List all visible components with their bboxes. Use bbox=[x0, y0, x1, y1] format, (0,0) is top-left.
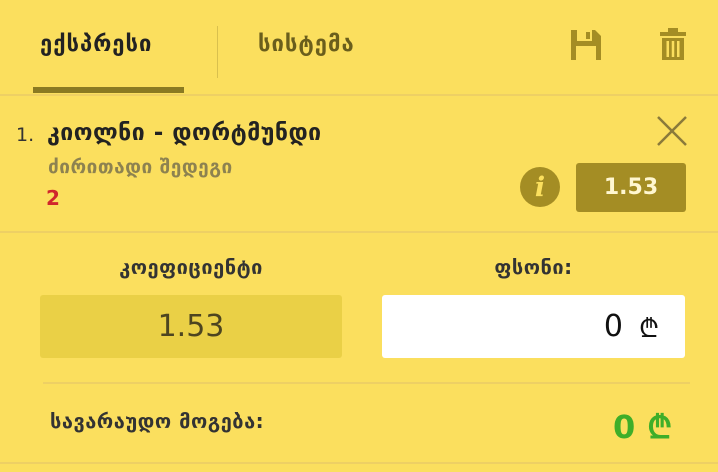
footer-divider bbox=[0, 462, 718, 464]
stake-currency-lari-icon: ₾ bbox=[638, 313, 659, 344]
bet-index: 1. bbox=[16, 124, 35, 146]
odd-badge: 1.53 bbox=[576, 163, 686, 212]
bet-slip-header: ექსპრესი სისტემა bbox=[0, 0, 718, 94]
coefficient-label: კოეფიციენტი bbox=[119, 255, 263, 279]
odd-value: 1.53 bbox=[603, 175, 659, 200]
coefficient-value: 1.53 bbox=[157, 309, 225, 344]
info-icon[interactable]: i bbox=[520, 167, 560, 207]
tab-divider bbox=[217, 26, 218, 78]
winnings-amount: 0 bbox=[613, 408, 636, 446]
coefficient-display: 1.53 bbox=[40, 295, 342, 358]
market-name: ძირითადი შედეგი bbox=[48, 156, 233, 178]
winnings-currency-lari-icon: ₾ bbox=[647, 408, 672, 446]
info-symbol: i bbox=[534, 171, 546, 203]
match-title: კიოლნი - დორტმუნდი bbox=[47, 120, 322, 146]
tab-express[interactable]: ექსპრესი bbox=[40, 32, 152, 57]
stake-input[interactable]: 0 ₾ bbox=[382, 295, 685, 358]
floppy-disk-icon[interactable] bbox=[569, 28, 603, 62]
selected-outcome: 2 bbox=[46, 186, 60, 210]
stake-value[interactable]: 0 bbox=[604, 309, 623, 344]
active-tab-indicator bbox=[33, 87, 184, 93]
header-divider bbox=[0, 94, 718, 96]
summary-divider bbox=[43, 382, 690, 384]
potential-winnings-label: სავარაუდო მოგება: bbox=[50, 409, 265, 433]
trash-icon[interactable] bbox=[659, 28, 687, 62]
stake-label: ფსონი: bbox=[494, 255, 573, 279]
tab-system[interactable]: სისტემა bbox=[258, 32, 355, 57]
bet-divider bbox=[0, 231, 718, 233]
close-icon[interactable] bbox=[655, 114, 689, 148]
potential-winnings-value: 0 ₾ bbox=[613, 405, 672, 448]
